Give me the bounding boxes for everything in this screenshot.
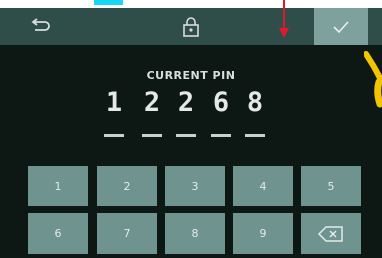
pin-display: 1 2 2 6 8	[103, 87, 278, 147]
cyan-highlight-mark	[94, 0, 123, 5]
pin-digit-2: 2	[143, 87, 161, 118]
pin-digit-underline	[104, 134, 124, 137]
confirm-button[interactable]	[314, 8, 368, 45]
back-button[interactable]	[22, 14, 58, 40]
pin-screen: CURRENT PIN 1 2 2 6 8 1 2 3 4 5 6 7 8 9	[0, 8, 382, 258]
pin-digit-underline	[142, 134, 162, 137]
key-9[interactable]: 9	[233, 213, 293, 254]
backspace-icon	[317, 225, 343, 242]
pin-digit-underline	[176, 134, 196, 137]
pin-digit-underline	[211, 134, 231, 137]
check-icon	[333, 20, 349, 33]
key-1[interactable]: 1	[28, 166, 88, 206]
key-6[interactable]: 6	[28, 213, 88, 254]
key-4[interactable]: 4	[233, 166, 293, 206]
pin-digit-3: 2	[177, 87, 195, 118]
key-8[interactable]: 8	[165, 213, 225, 254]
key-5[interactable]: 5	[301, 166, 361, 206]
yellow-annotation-mark	[364, 51, 382, 108]
backspace-key[interactable]	[301, 213, 361, 254]
pin-digit-1: 1	[105, 87, 123, 118]
key-7[interactable]: 7	[97, 213, 157, 254]
pin-digit-5: 8	[246, 87, 264, 118]
key-2[interactable]: 2	[97, 166, 157, 206]
red-annotation-arrow	[279, 0, 289, 38]
top-bar	[0, 8, 382, 45]
pin-digit-underline	[245, 134, 265, 137]
pin-digit-4: 6	[212, 87, 230, 118]
key-3[interactable]: 3	[165, 166, 225, 206]
back-arrow-icon	[31, 18, 50, 31]
lock-icon	[175, 13, 207, 41]
pin-title: CURRENT PIN	[146, 69, 236, 82]
